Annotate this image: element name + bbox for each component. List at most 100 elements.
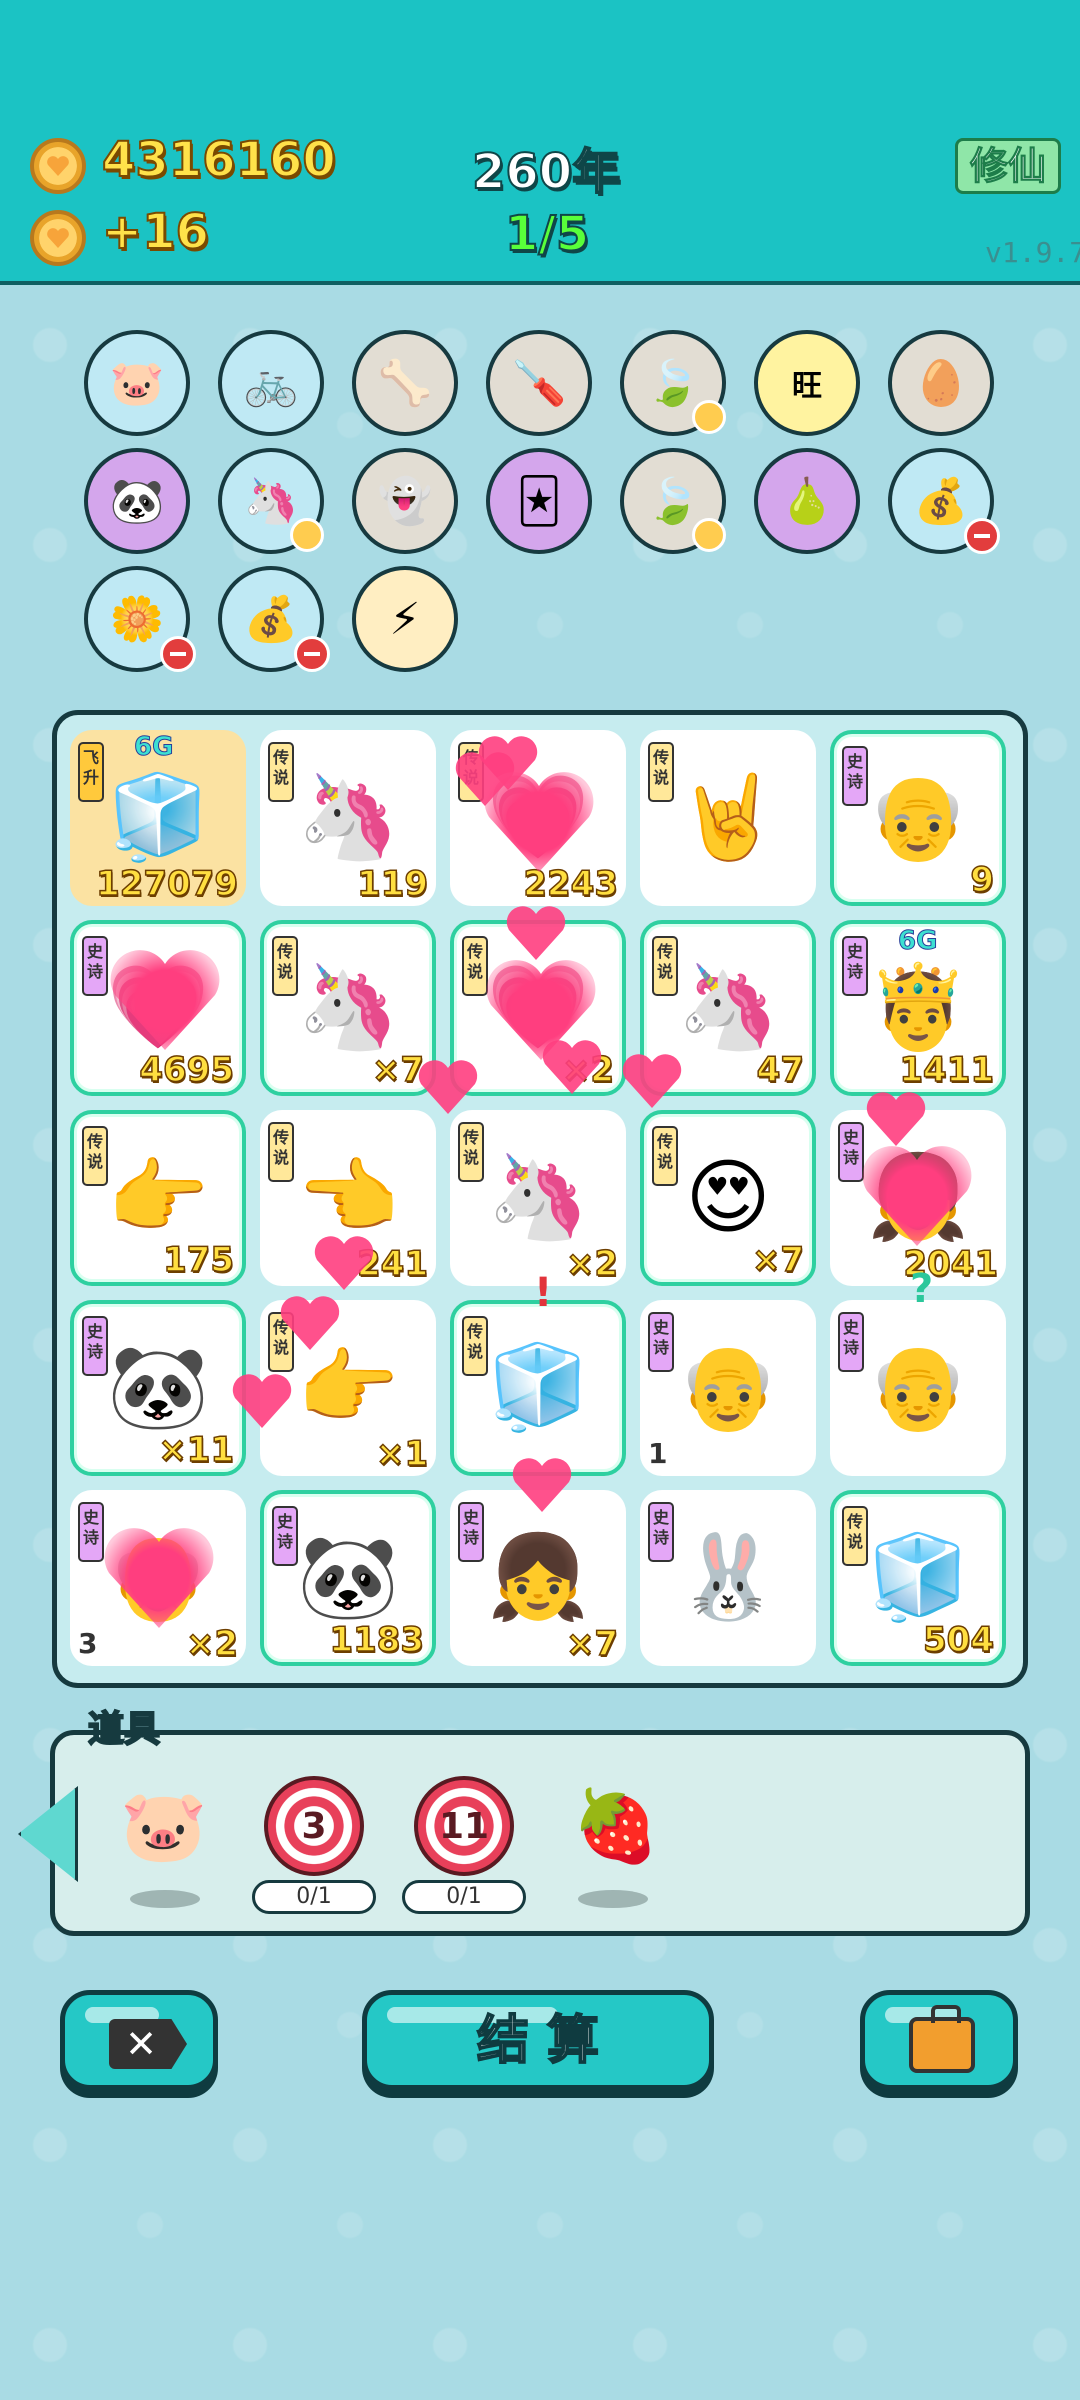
card-character-icon: 🦄 xyxy=(296,960,400,1055)
remove-icon[interactable] xyxy=(964,518,1000,554)
bag-button[interactable] xyxy=(860,1990,1018,2090)
heart-badge-icon xyxy=(692,400,726,434)
board-cell[interactable]: 史诗 👴 9 xyxy=(830,730,1006,906)
rarity-tag: 传说 xyxy=(462,936,488,996)
card-character-icon: 👈 xyxy=(296,1150,400,1245)
close-icon: ✕ xyxy=(109,2019,187,2069)
target-prop-limit-2: 0/1 xyxy=(402,1880,526,1914)
board-cell[interactable]: 传说 👉 175 xyxy=(70,1110,246,1286)
screwdriver-icon[interactable]: 🪛 xyxy=(486,330,592,436)
rarity-tag: 传说 xyxy=(458,1122,484,1182)
leaf-icon-2[interactable]: 🍃 xyxy=(620,448,726,554)
card-count: 119 xyxy=(356,863,428,905)
rarity-tag: 史诗 xyxy=(648,1312,674,1372)
board-cell[interactable]: 史诗 👴 1 xyxy=(640,1300,816,1476)
card-count: 175 xyxy=(162,1239,234,1281)
dog-bowl-icon[interactable]: 🦴 xyxy=(352,330,458,436)
lightning-icon[interactable]: ⚡ xyxy=(352,566,458,672)
rarity-tag: 史诗 xyxy=(82,936,108,996)
rarity-tag: 传说 xyxy=(652,936,678,996)
rarity-tag: 史诗 xyxy=(78,1502,104,1562)
card-character-icon: 👴 xyxy=(676,1340,780,1435)
ghost-icon[interactable]: 👻 xyxy=(352,448,458,554)
leaf-icon[interactable]: 🍃 xyxy=(620,330,726,436)
egg-carton-icon[interactable]: 🥚 xyxy=(888,330,994,436)
level-badge: 6G xyxy=(133,732,174,763)
card-character-icon: 👉 xyxy=(106,1150,210,1245)
board-cell[interactable]: 传说 🦄 ×7 xyxy=(260,920,436,1096)
target-prop-icon-2[interactable]: 11 xyxy=(414,1776,514,1876)
strawberry-prop-icon[interactable]: 🍓 xyxy=(566,1776,666,1876)
board-cell[interactable]: 传说 🦄 119 xyxy=(260,730,436,906)
rarity-tag: 史诗 xyxy=(838,1312,864,1372)
rarity-tag: 传说 xyxy=(82,1126,108,1186)
wang-pattern-icon[interactable]: 旺 xyxy=(754,330,860,436)
top-bar: 4316160 +16 260年 1/5 修仙 v1.9.7 xyxy=(0,0,1080,285)
card-count: ×7 xyxy=(565,1623,619,1665)
board-cell[interactable]: 传说 🧊! xyxy=(450,1270,626,1476)
props-title: 道具 xyxy=(87,1708,161,1751)
board-cell[interactable]: 传说 😍 ×7 xyxy=(640,1110,816,1286)
card-count: 9 xyxy=(970,859,995,901)
card-level: 3 xyxy=(78,1627,98,1660)
heart-badge-icon xyxy=(290,518,324,552)
board-cell[interactable]: 传说 🦄 ×2 xyxy=(450,1110,626,1286)
card-character-icon: 🧊 xyxy=(866,1530,970,1625)
rarity-tag: 传说 xyxy=(462,1316,488,1376)
board-cell[interactable]: 史诗 🐰 xyxy=(640,1490,816,1666)
pear-basket-icon[interactable]: 🍐 xyxy=(754,448,860,554)
board-cell[interactable]: 传说 🤘 xyxy=(640,730,816,906)
remove-icon[interactable] xyxy=(294,636,330,672)
rarity-tag: 传说 xyxy=(842,1506,868,1566)
board-cell[interactable]: 史诗 👧 ×7 xyxy=(450,1490,626,1666)
rarity-tag: 传说 xyxy=(268,742,294,802)
piggy-bank-prop-icon[interactable]: 🐷 xyxy=(114,1776,214,1876)
question-mark-icon: ? xyxy=(910,1266,934,1312)
card-character-icon: 🤘 xyxy=(676,770,780,865)
card-count: ×7 xyxy=(751,1239,805,1281)
remove-icon[interactable] xyxy=(160,636,196,672)
card-character-icon: 🐼 xyxy=(296,1530,400,1625)
exit-button[interactable]: ✕ xyxy=(60,1990,218,2090)
card-character-icon: 🦄 xyxy=(486,1150,590,1245)
card-character-icon: 🦄 xyxy=(676,960,780,1055)
card-character-icon: 🦄 xyxy=(296,770,400,865)
card-character-icon: 🧊 xyxy=(486,1340,590,1435)
sack-icon[interactable]: 💰 xyxy=(888,448,1000,554)
xiuxian-button[interactable]: 修仙 xyxy=(955,138,1061,194)
settle-label: 结 算 xyxy=(476,2010,600,2072)
rarity-tag: 史诗 xyxy=(842,746,868,806)
target-prop-icon[interactable]: 3 xyxy=(264,1776,364,1876)
sack-icon-2[interactable]: 💰 xyxy=(218,566,330,672)
card-character-icon: 👴 xyxy=(866,770,970,865)
rarity-tag: 传说 xyxy=(272,936,298,996)
board-cell[interactable]: 史诗 🤴 6G 1411 xyxy=(830,920,1006,1096)
board-cell[interactable]: 史诗 🐼 ×11 xyxy=(70,1300,246,1476)
card-count: ×11 xyxy=(157,1429,234,1471)
card-count: ×7 xyxy=(371,1049,425,1091)
rarity-tag: 史诗 xyxy=(458,1502,484,1562)
piggy-bank-icon[interactable]: 🐷 xyxy=(84,330,190,436)
card-count: 47 xyxy=(756,1049,805,1091)
card-character-icon: 🤴 xyxy=(866,960,970,1055)
board-cell[interactable]: 史诗 👴? xyxy=(830,1266,1006,1476)
twin-unicorn-icon[interactable]: 🦄 xyxy=(218,448,324,554)
card-character-icon: 🐰 xyxy=(676,1530,780,1625)
panda-icon[interactable]: 🐼 xyxy=(84,448,190,554)
card-character-icon: 😍 xyxy=(685,1150,771,1246)
board-cell[interactable]: 飞升 🧊 6G 127079 xyxy=(70,730,246,906)
card-count: 1183 xyxy=(329,1619,425,1661)
rarity-tag: 传说 xyxy=(648,742,674,802)
card-level: 1 xyxy=(648,1437,668,1470)
flower-pot-icon[interactable]: 🌼 xyxy=(84,566,196,672)
air-pump-icon[interactable]: 🚲 xyxy=(218,330,324,436)
ghost-card-icon[interactable]: 🃏 xyxy=(486,448,592,554)
settle-button[interactable]: 结 算 xyxy=(362,1990,714,2090)
briefcase-icon xyxy=(909,2005,975,2073)
card-character-icon: 👧 xyxy=(486,1530,590,1625)
card-character-icon: 🧊 xyxy=(106,770,210,865)
board-cell[interactable]: 传说 🧊 504 xyxy=(830,1490,1006,1666)
rarity-tag: 史诗 xyxy=(838,1122,864,1182)
card-count: 4695 xyxy=(139,1049,235,1091)
board-cell[interactable]: 史诗 🐼 1183 xyxy=(260,1490,436,1666)
